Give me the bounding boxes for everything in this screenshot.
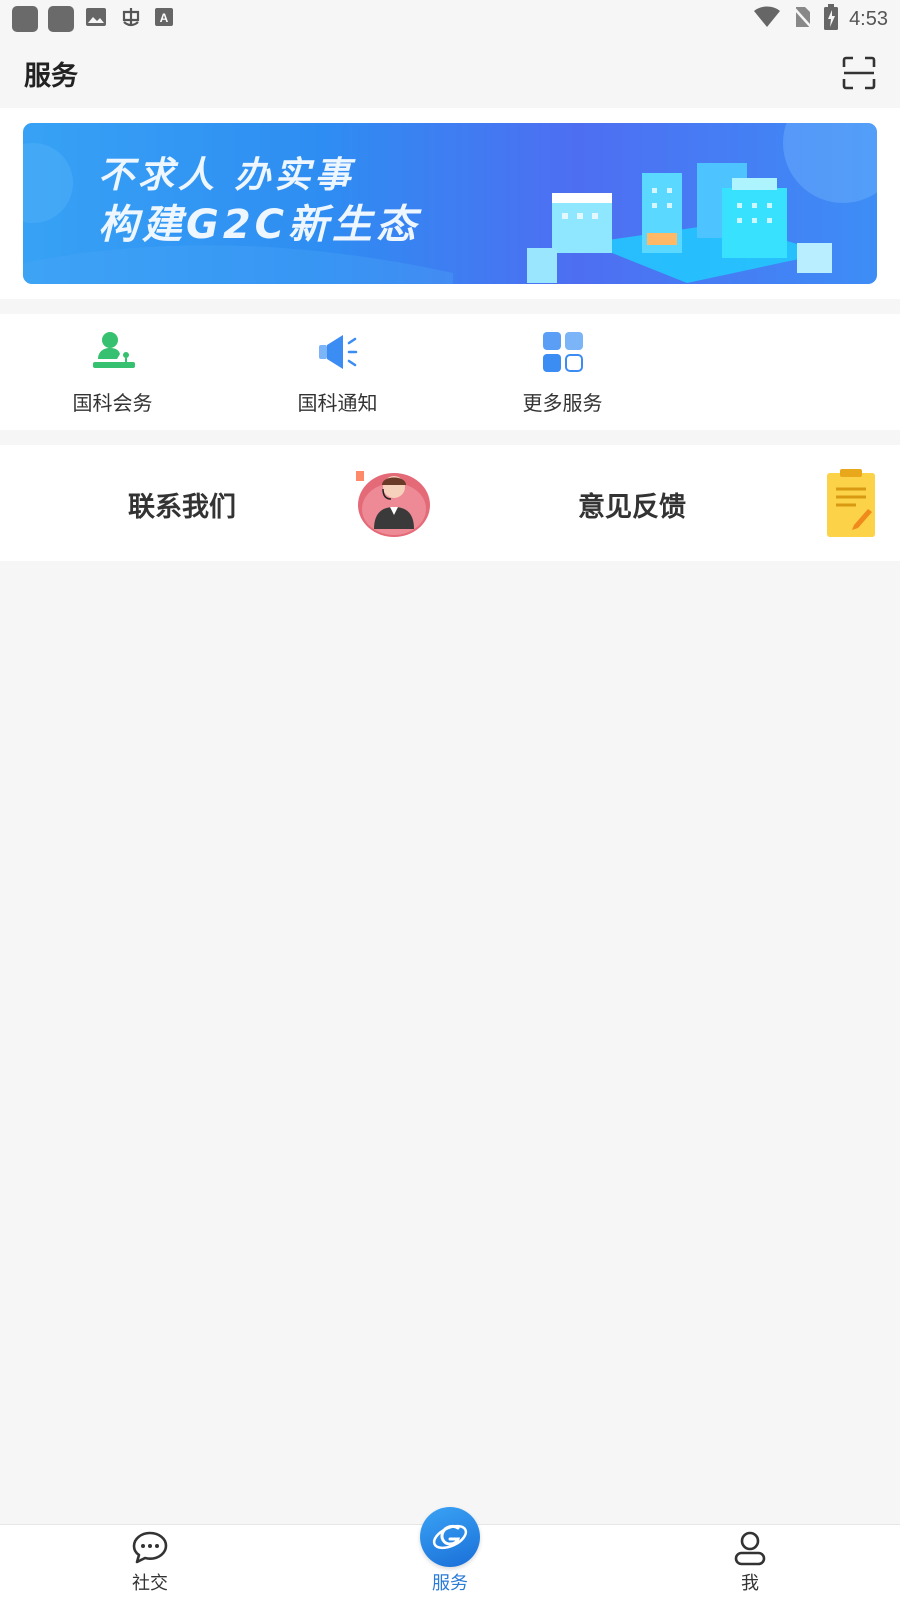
contact-us-label: 联系我们	[128, 492, 236, 523]
service-item-meeting[interactable]: 国科会务	[0, 314, 225, 430]
bug-icon	[118, 4, 144, 34]
status-time: 4:53	[849, 7, 888, 30]
status-bar-left: A	[12, 4, 174, 34]
support-cards: 联系我们 意见反馈	[0, 445, 900, 561]
app-bar: 服务	[0, 38, 900, 108]
battery-charging-icon	[823, 4, 839, 34]
nav-item-service[interactable]: 服务	[390, 1507, 510, 1600]
banner-line-1: 不求人 办实事	[98, 155, 355, 196]
svg-text:A: A	[160, 11, 169, 25]
clipboard-note-icon	[827, 469, 875, 537]
service-label: 国科会务	[72, 390, 153, 415]
service-label: 国科通知	[297, 390, 378, 415]
image-icon	[84, 5, 108, 33]
app-icon	[48, 6, 74, 32]
quick-services: 国科会务 国科通知 更多服务	[0, 314, 900, 430]
banner-line-2: 构建G2C新生态	[98, 202, 421, 248]
service-label: 更多服务	[522, 390, 603, 415]
wifi-icon	[753, 5, 781, 33]
feedback-card[interactable]: 意见反馈	[450, 445, 900, 561]
page-title: 服务	[24, 60, 78, 92]
bottom-navigation: 社交 服务 我	[0, 1507, 900, 1600]
nav-item-me[interactable]: 我	[690, 1525, 810, 1600]
isometric-city-illustration	[527, 163, 832, 283]
contact-us-card[interactable]: 联系我们	[0, 445, 450, 561]
nav-item-social[interactable]: 社交	[90, 1525, 210, 1600]
banner-text: 不求人 办实事 构建G2C新生态	[98, 153, 420, 251]
service-item-more[interactable]: 更多服务	[450, 314, 675, 430]
feedback-label: 意见反馈	[578, 492, 686, 523]
user-icon	[734, 1531, 766, 1566]
banner-section: 不求人 办实事 构建G2C新生态	[0, 108, 900, 299]
scan-icon[interactable]	[842, 56, 876, 90]
meeting-speaker-icon	[90, 329, 136, 375]
chat-bubble-icon	[132, 1531, 168, 1564]
service-logo-icon	[420, 1507, 480, 1567]
text-icon: A	[154, 7, 174, 31]
no-sim-icon	[791, 5, 813, 33]
nav-label-service: 服务	[432, 1573, 468, 1594]
nav-label-me: 我	[741, 1573, 759, 1594]
status-bar: A 4:53	[0, 0, 900, 38]
promo-banner[interactable]: 不求人 办实事 构建G2C新生态	[23, 123, 877, 284]
customer-service-icon	[356, 471, 430, 537]
app-icon	[12, 6, 38, 32]
megaphone-icon	[315, 329, 361, 375]
grid-apps-icon	[540, 329, 586, 375]
nav-label-social: 社交	[132, 1573, 168, 1594]
service-item-notice[interactable]: 国科通知	[225, 314, 450, 430]
status-bar-right: 4:53	[753, 4, 888, 34]
